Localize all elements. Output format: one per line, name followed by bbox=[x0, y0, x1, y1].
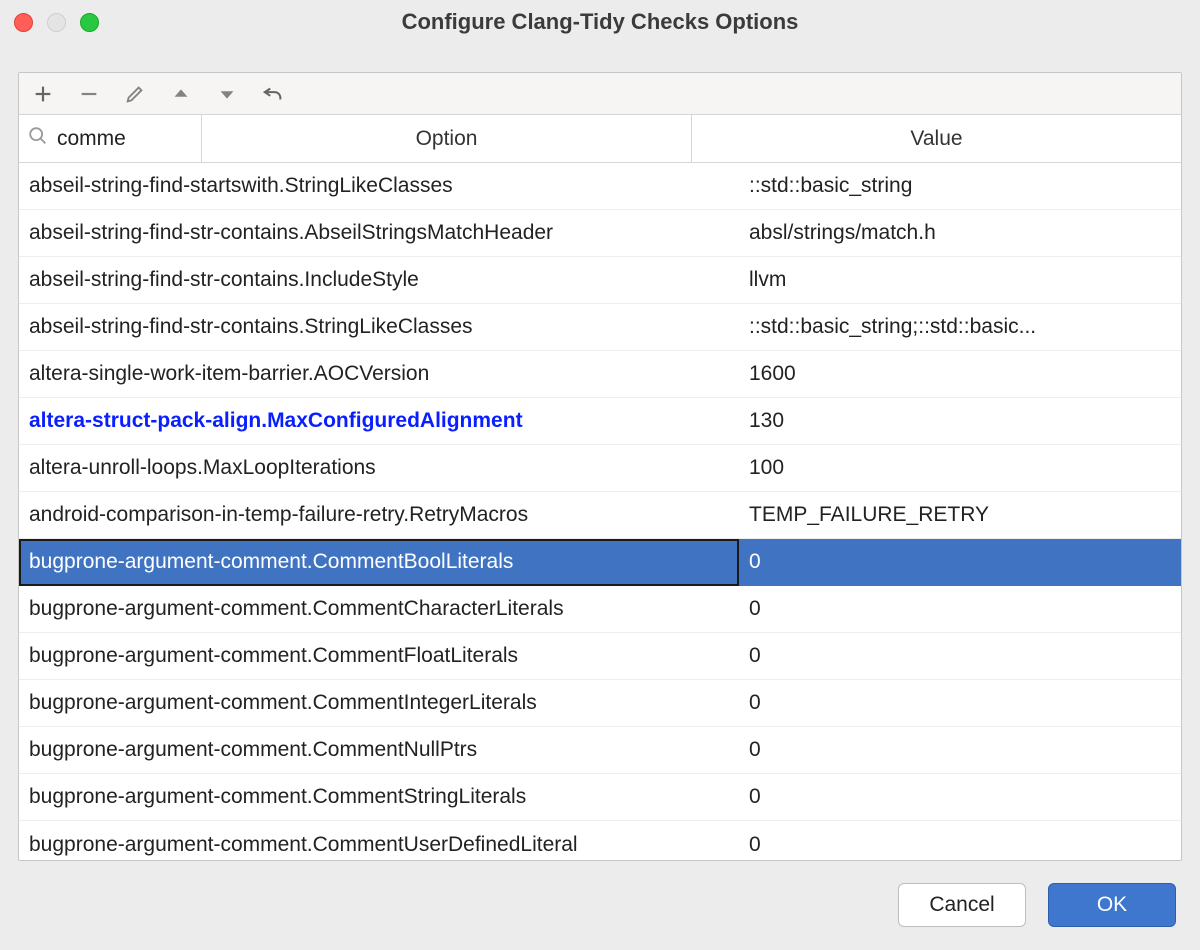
value-cell[interactable]: absl/strings/match.h bbox=[739, 221, 1181, 245]
option-cell[interactable]: abseil-string-find-str-contains.StringLi… bbox=[19, 315, 739, 339]
option-cell[interactable]: altera-struct-pack-align.MaxConfiguredAl… bbox=[19, 409, 739, 433]
move-down-button[interactable] bbox=[213, 80, 241, 108]
options-panel: Option Value abseil-string-find-startswi… bbox=[18, 72, 1182, 861]
column-header-value[interactable]: Value bbox=[692, 115, 1181, 162]
dialog-buttons: Cancel OK bbox=[0, 861, 1200, 927]
value-cell[interactable]: 100 bbox=[739, 456, 1181, 480]
edit-button[interactable] bbox=[121, 80, 149, 108]
value-cell[interactable]: llvm bbox=[739, 268, 1181, 292]
remove-button[interactable] bbox=[75, 80, 103, 108]
option-cell[interactable]: bugprone-argument-comment.CommentInteger… bbox=[19, 691, 739, 715]
table-row[interactable]: bugprone-argument-comment.CommentStringL… bbox=[19, 774, 1181, 821]
value-cell[interactable]: 0 bbox=[739, 785, 1181, 809]
table-row[interactable]: bugprone-argument-comment.CommentCharact… bbox=[19, 586, 1181, 633]
table-row[interactable]: altera-unroll-loops.MaxLoopIterations100 bbox=[19, 445, 1181, 492]
add-button[interactable] bbox=[29, 80, 57, 108]
value-cell[interactable]: 1600 bbox=[739, 362, 1181, 386]
option-cell[interactable]: bugprone-argument-comment.CommentCharact… bbox=[19, 597, 739, 621]
option-cell[interactable]: bugprone-argument-comment.CommentNullPtr… bbox=[19, 738, 739, 762]
table-row[interactable]: android-comparison-in-temp-failure-retry… bbox=[19, 492, 1181, 539]
table-header: Option Value bbox=[19, 115, 1181, 163]
option-cell[interactable]: altera-single-work-item-barrier.AOCVersi… bbox=[19, 362, 739, 386]
option-cell[interactable]: bugprone-argument-comment.CommentStringL… bbox=[19, 785, 739, 809]
search-icon bbox=[27, 125, 49, 153]
table-row[interactable]: altera-single-work-item-barrier.AOCVersi… bbox=[19, 351, 1181, 398]
search-input[interactable] bbox=[57, 127, 193, 151]
close-window-button[interactable] bbox=[14, 13, 33, 32]
option-cell[interactable]: altera-unroll-loops.MaxLoopIterations bbox=[19, 456, 739, 480]
column-header-option[interactable]: Option bbox=[202, 115, 692, 162]
value-cell[interactable]: 0 bbox=[739, 550, 1181, 574]
value-cell[interactable]: ::std::basic_string bbox=[739, 174, 1181, 198]
search-cell[interactable] bbox=[19, 115, 202, 162]
table-row[interactable]: abseil-string-find-str-contains.IncludeS… bbox=[19, 257, 1181, 304]
minimize-window-button[interactable] bbox=[47, 13, 66, 32]
table-row[interactable]: bugprone-argument-comment.CommentInteger… bbox=[19, 680, 1181, 727]
table-row[interactable]: abseil-string-find-startswith.StringLike… bbox=[19, 163, 1181, 210]
table-row[interactable]: bugprone-argument-comment.CommentFloatLi… bbox=[19, 633, 1181, 680]
toolbar bbox=[19, 73, 1181, 115]
value-cell[interactable]: 0 bbox=[739, 833, 1181, 857]
option-cell[interactable]: bugprone-argument-comment.CommentFloatLi… bbox=[19, 644, 739, 668]
option-cell[interactable]: bugprone-argument-comment.CommentUserDef… bbox=[19, 833, 739, 857]
table-row[interactable]: bugprone-argument-comment.CommentBoolLit… bbox=[19, 539, 1181, 586]
value-cell[interactable]: ::std::basic_string;::std::basic... bbox=[739, 315, 1181, 339]
option-cell[interactable]: android-comparison-in-temp-failure-retry… bbox=[19, 503, 739, 527]
table-row[interactable]: altera-struct-pack-align.MaxConfiguredAl… bbox=[19, 398, 1181, 445]
table-row[interactable]: bugprone-argument-comment.CommentUserDef… bbox=[19, 821, 1181, 860]
traffic-lights bbox=[14, 13, 99, 32]
option-cell[interactable]: bugprone-argument-comment.CommentBoolLit… bbox=[19, 539, 739, 586]
table-row[interactable]: bugprone-argument-comment.CommentNullPtr… bbox=[19, 727, 1181, 774]
options-table-body: abseil-string-find-startswith.StringLike… bbox=[19, 163, 1181, 860]
value-cell[interactable]: 0 bbox=[739, 738, 1181, 762]
option-cell[interactable]: abseil-string-find-str-contains.AbseilSt… bbox=[19, 221, 739, 245]
maximize-window-button[interactable] bbox=[80, 13, 99, 32]
option-cell[interactable]: abseil-string-find-startswith.StringLike… bbox=[19, 174, 739, 198]
move-up-button[interactable] bbox=[167, 80, 195, 108]
value-cell[interactable]: 0 bbox=[739, 691, 1181, 715]
value-cell[interactable]: TEMP_FAILURE_RETRY bbox=[739, 503, 1181, 527]
cancel-button[interactable]: Cancel bbox=[898, 883, 1026, 927]
table-row[interactable]: abseil-string-find-str-contains.StringLi… bbox=[19, 304, 1181, 351]
window-title: Configure Clang-Tidy Checks Options bbox=[0, 9, 1200, 35]
table-row[interactable]: abseil-string-find-str-contains.AbseilSt… bbox=[19, 210, 1181, 257]
ok-button[interactable]: OK bbox=[1048, 883, 1176, 927]
value-cell[interactable]: 0 bbox=[739, 597, 1181, 621]
revert-button[interactable] bbox=[259, 80, 287, 108]
titlebar: Configure Clang-Tidy Checks Options bbox=[0, 0, 1200, 44]
value-cell[interactable]: 0 bbox=[739, 644, 1181, 668]
option-cell[interactable]: abseil-string-find-str-contains.IncludeS… bbox=[19, 268, 739, 292]
value-cell[interactable]: 130 bbox=[739, 409, 1181, 433]
